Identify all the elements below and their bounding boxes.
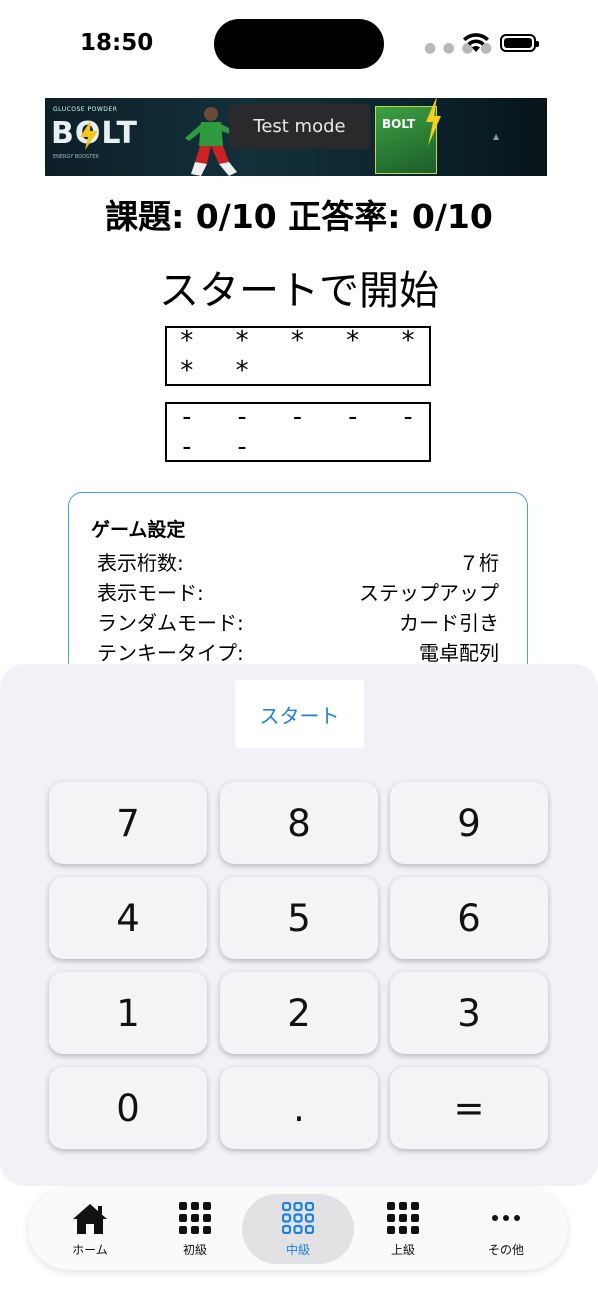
key-9[interactable]: 9 bbox=[390, 782, 548, 864]
settings-key: 表示桁数: bbox=[97, 551, 184, 575]
settings-value: ステップアップ bbox=[359, 581, 499, 605]
status-message: スタートで開始 bbox=[159, 268, 439, 314]
key-2[interactable]: 2 bbox=[220, 972, 378, 1054]
more-icon bbox=[492, 1215, 520, 1221]
tab-label: 中級 bbox=[285, 1243, 310, 1257]
start-button[interactable]: スタート bbox=[235, 680, 364, 748]
grid-icon bbox=[282, 1202, 314, 1234]
tab-bar: ホーム 初級 中級 上級 その他 bbox=[28, 1188, 568, 1270]
key-0[interactable]: 0 bbox=[49, 1067, 207, 1149]
ad-info-icon[interactable]: ▲ bbox=[493, 132, 499, 141]
settings-value: カード引き bbox=[399, 611, 499, 635]
settings-value: 電卓配列 bbox=[419, 641, 499, 665]
tab-label: ホーム bbox=[72, 1243, 108, 1257]
settings-row-digits: 表示桁数: ７桁 bbox=[97, 547, 499, 577]
ad-test-mode-label: Test mode bbox=[229, 104, 370, 149]
settings-key: 表示モード: bbox=[97, 581, 204, 605]
ad-tagline: ENERGY BOOSTER bbox=[53, 154, 99, 160]
tab-more[interactable]: その他 bbox=[452, 1188, 560, 1270]
score-label: 課題: 0/10 正答率: 0/10 bbox=[105, 197, 493, 236]
status-bar: 18:50 ● ● ● ● bbox=[0, 0, 598, 90]
grid-icon bbox=[179, 1202, 211, 1234]
tab-home[interactable]: ホーム bbox=[36, 1188, 144, 1270]
tab-label: 上級 bbox=[390, 1243, 415, 1257]
ad-lightning-icon bbox=[426, 98, 441, 146]
settings-row-display-mode: 表示モード: ステップアップ bbox=[97, 577, 499, 607]
ad-brand-small: GLUCOSE POWDER bbox=[53, 106, 118, 113]
key-6[interactable]: 6 bbox=[390, 877, 548, 959]
key-equals[interactable]: = bbox=[390, 1067, 548, 1149]
settings-key: テンキータイプ: bbox=[97, 641, 244, 665]
key-1[interactable]: 1 bbox=[49, 972, 207, 1054]
tab-advanced[interactable]: 上級 bbox=[349, 1188, 457, 1270]
tab-intermediate[interactable]: 中級 bbox=[244, 1188, 352, 1270]
settings-key: ランダムモード: bbox=[97, 611, 244, 635]
status-time: 18:50 bbox=[80, 30, 154, 56]
key-3[interactable]: 3 bbox=[390, 972, 548, 1054]
tab-label: 初級 bbox=[182, 1243, 207, 1257]
battery-icon bbox=[500, 34, 539, 52]
settings-row-random-mode: ランダムモード: カード引き bbox=[97, 607, 499, 637]
settings-row-keypad-type: テンキータイプ: 電卓配列 bbox=[97, 637, 499, 667]
tab-beginner[interactable]: 初級 bbox=[141, 1188, 249, 1270]
key-8[interactable]: 8 bbox=[220, 782, 378, 864]
home-icon bbox=[73, 1204, 107, 1234]
lightning-icon bbox=[80, 120, 98, 150]
game-settings-card: ゲーム設定 表示桁数: ７桁 表示モード: ステップアップ ランダムモード: カ… bbox=[68, 492, 528, 692]
settings-title: ゲーム設定 bbox=[91, 519, 186, 541]
question-display: * * * * * * * bbox=[165, 326, 431, 386]
grid-icon bbox=[387, 1202, 419, 1234]
dynamic-island bbox=[214, 19, 384, 69]
wifi-icon bbox=[463, 33, 489, 52]
key-4[interactable]: 4 bbox=[49, 877, 207, 959]
key-decimal[interactable]: . bbox=[220, 1067, 378, 1149]
tab-label: その他 bbox=[487, 1243, 524, 1257]
key-5[interactable]: 5 bbox=[220, 877, 378, 959]
settings-value: ７桁 bbox=[459, 551, 499, 575]
answer-display: - - - - - - - bbox=[165, 402, 431, 462]
key-7[interactable]: 7 bbox=[49, 782, 207, 864]
